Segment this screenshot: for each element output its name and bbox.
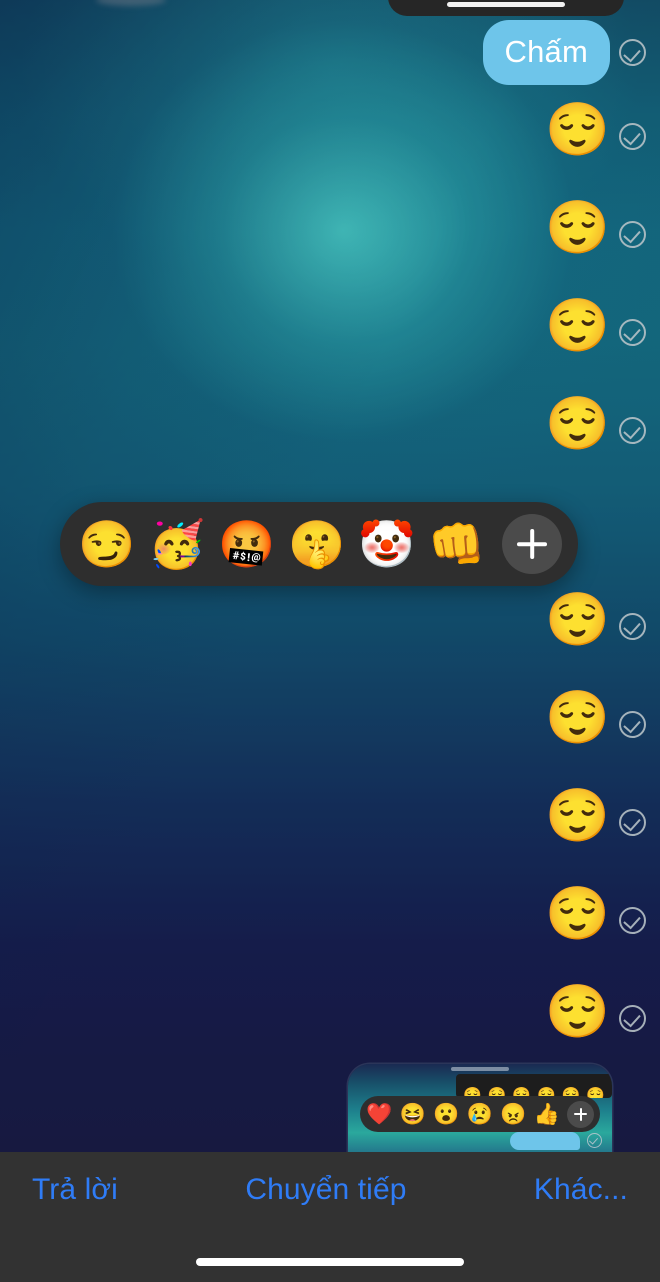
reaction-picker-bar[interactable]: 😏 🥳 🤬 🤫 🤡 👊 xyxy=(60,502,578,586)
clown-face-reaction[interactable]: 🤡 xyxy=(356,513,418,575)
cursing-face-reaction[interactable]: 🤬 xyxy=(216,513,278,575)
relieved-face-emoji: 😌 xyxy=(545,395,610,453)
relieved-face-emoji: 😌 xyxy=(545,591,610,649)
more-button[interactable]: Khác... xyxy=(534,1175,628,1205)
check-circle-icon xyxy=(619,906,646,934)
emoji-message-bubble[interactable]: 😌 xyxy=(545,888,646,946)
check-circle-icon xyxy=(619,1004,646,1032)
sheet-grabber-handle[interactable] xyxy=(447,2,565,7)
check-circle-icon xyxy=(619,612,646,640)
emoji-message-bubble[interactable]: 😌 xyxy=(545,790,646,848)
relieved-face-emoji: 😌 xyxy=(545,101,610,159)
shushing-face-reaction[interactable]: 🤫 xyxy=(286,513,348,575)
fist-bump-reaction[interactable]: 👊 xyxy=(426,513,488,575)
emoji-message-bubble[interactable]: 😌 xyxy=(545,300,646,358)
check-circle-icon xyxy=(619,122,646,150)
reply-button[interactable]: Trả lời xyxy=(32,1175,118,1205)
check-circle-icon xyxy=(619,416,646,444)
forward-button[interactable]: Chuyển tiếp xyxy=(245,1175,406,1205)
check-circle-icon xyxy=(619,39,646,66)
mini-angry-face-reaction[interactable]: 😠 xyxy=(500,1101,527,1128)
mini-thumbs-up-reaction[interactable]: 👍 xyxy=(534,1101,561,1128)
emoji-message-bubble[interactable]: 😌 xyxy=(545,594,646,652)
home-indicator[interactable] xyxy=(196,1258,464,1266)
check-circle-icon xyxy=(619,220,646,248)
partying-face-reaction[interactable]: 🥳 xyxy=(146,513,208,575)
mini-phone-preview[interactable]: 😌 😌 😌 😌 😌 😌 ❤️ 😆 😮 😢 😠 👍 xyxy=(348,1064,612,1152)
check-circle-icon xyxy=(619,808,646,836)
relieved-face-emoji: 😌 xyxy=(545,297,610,355)
emoji-message-bubble[interactable]: 😌 xyxy=(545,202,646,260)
relieved-face-emoji: 😌 xyxy=(545,885,610,943)
sent-message-row: Chấm xyxy=(0,20,660,85)
mini-face-with-open-mouth-reaction[interactable]: 😮 xyxy=(433,1101,460,1128)
emoji-message-bubble[interactable]: 😌 xyxy=(545,986,646,1044)
add-reaction-button[interactable] xyxy=(502,514,562,574)
mini-reaction-picker-bar[interactable]: ❤️ 😆 😮 😢 😠 👍 xyxy=(360,1096,600,1132)
relieved-face-emoji: 😌 xyxy=(545,983,610,1041)
relieved-face-emoji: 😌 xyxy=(545,689,610,747)
relieved-face-emoji: 😌 xyxy=(545,199,610,257)
mini-crying-face-reaction[interactable]: 😢 xyxy=(467,1101,494,1128)
sent-message-bubble[interactable]: Chấm xyxy=(482,20,610,85)
mini-sent-bubble xyxy=(510,1132,580,1150)
emoji-message-bubble[interactable]: 😌 xyxy=(545,398,646,456)
context-action-bar: Trả lời Chuyển tiếp Khác... xyxy=(0,1152,660,1282)
mini-check-circle-icon xyxy=(587,1133,602,1148)
mini-red-heart-reaction[interactable]: ❤️ xyxy=(366,1101,393,1128)
smirking-face-reaction[interactable]: 😏 xyxy=(76,513,138,575)
relieved-face-emoji: 😌 xyxy=(545,787,610,845)
mini-top-emoji-panel: 😌 😌 😌 😌 😌 😌 xyxy=(456,1074,612,1098)
check-circle-icon xyxy=(619,710,646,738)
emoji-message-bubble[interactable]: 😌 xyxy=(545,104,646,162)
top-peeking-sheet xyxy=(388,0,624,16)
check-circle-icon xyxy=(619,318,646,346)
emoji-message-bubble[interactable]: 😌 xyxy=(545,692,646,750)
phone-screen: Chấm 😌 😌 😌 😌 😌 😌 😌 😌 😌 😏 🥳 🤬 🤫 🤡 👊 😌 😌 😌 😌 😌 😌 ❤️ 😆 😮 😢 😠 👍 Trả… xyxy=(0,0,660,1282)
mini-notch-indicator xyxy=(451,1067,509,1071)
mini-grinning-squinting-face-reaction[interactable]: 😆 xyxy=(400,1101,427,1128)
mini-add-reaction-button[interactable] xyxy=(567,1100,594,1128)
